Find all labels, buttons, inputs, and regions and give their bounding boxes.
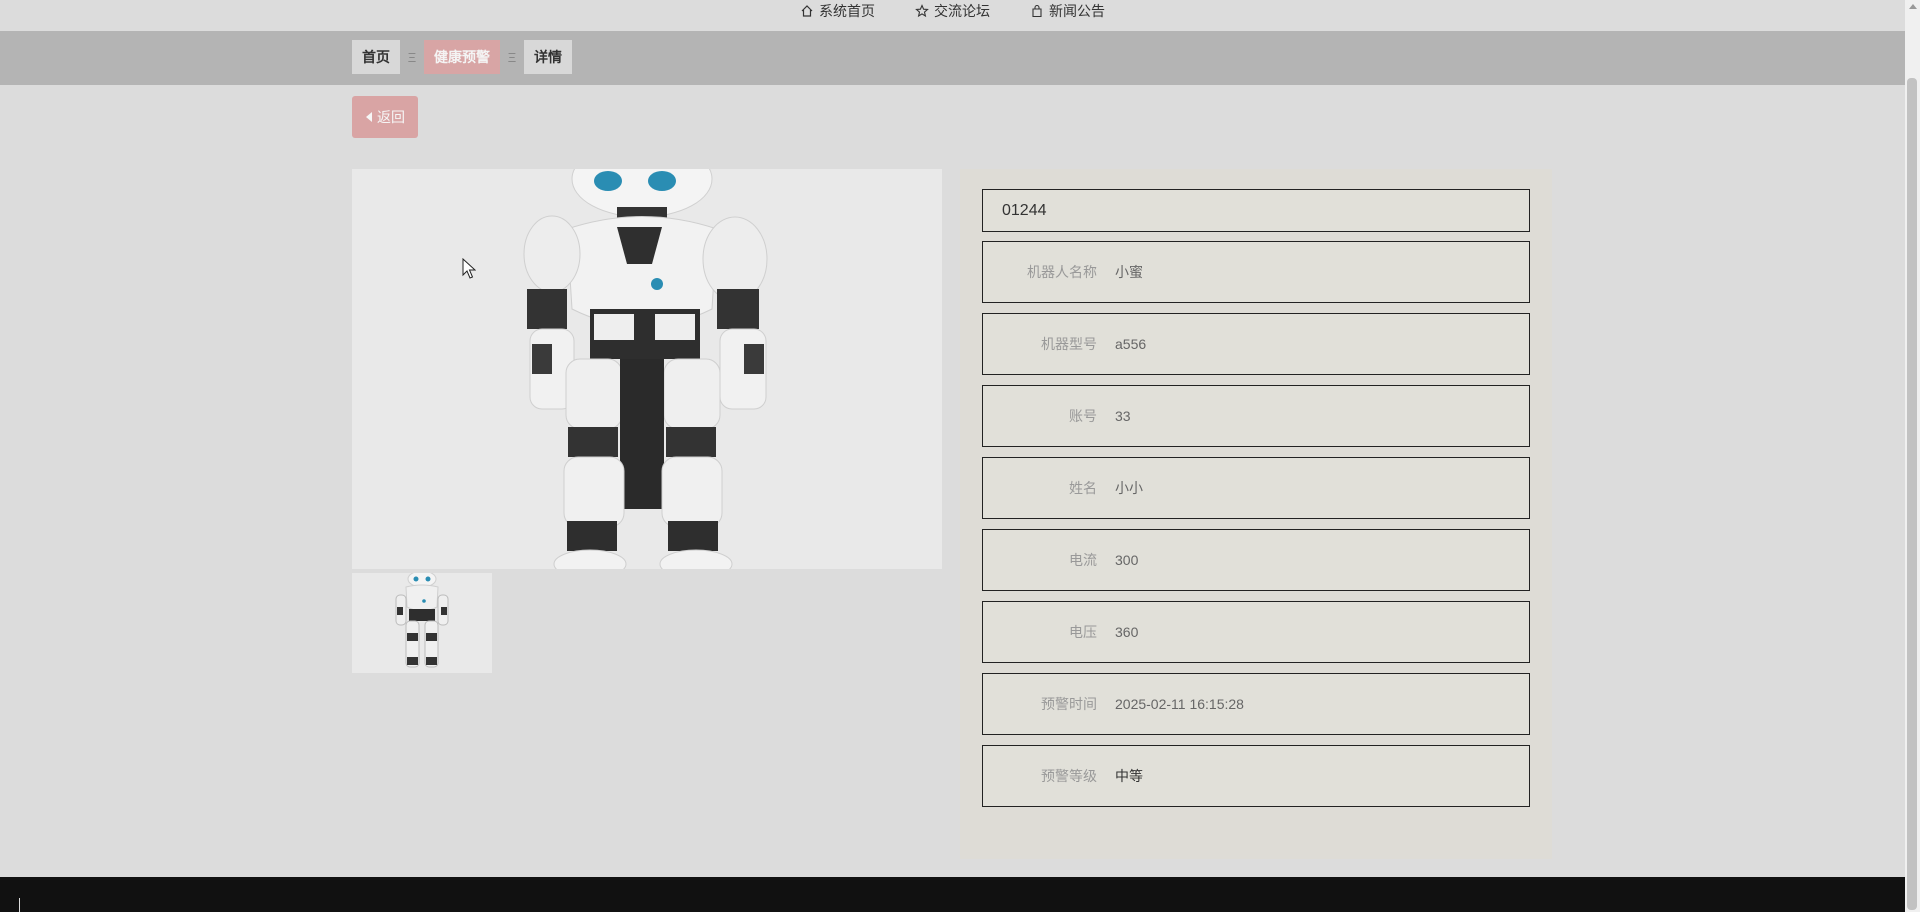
field-warning-time: 预警时间 2025-02-11 16:15:28 [982, 673, 1530, 735]
breadcrumb: 首页 Ξ 健康预警 Ξ 详情 [352, 40, 572, 74]
nav-item-label: 新闻公告 [1049, 2, 1105, 19]
main-product-image [352, 169, 942, 569]
breadcrumb-home[interactable]: 首页 [352, 40, 400, 74]
field-label: 预警等级 [1041, 768, 1097, 784]
record-id: 01244 [1002, 202, 1047, 219]
field-value: 2025-02-11 16:15:28 [1115, 696, 1244, 712]
breadcrumb-bar: 首页 Ξ 健康预警 Ξ 详情 [0, 31, 1905, 85]
home-icon [801, 4, 813, 17]
field-warning-level: 预警等级 中等 [982, 745, 1530, 807]
field-value: 小蜜 [1115, 264, 1143, 280]
image-thumbnail[interactable] [352, 573, 492, 673]
robot-thumbnail-image [352, 573, 492, 673]
field-label: 电流 [1069, 552, 1097, 568]
field-robot-model: 机器型号 a556 [982, 313, 1530, 375]
field-account: 账号 33 [982, 385, 1530, 447]
nav-item-home[interactable]: 系统首页 [800, 1, 875, 21]
breadcrumb-separator: Ξ [507, 49, 517, 65]
nav-item-label: 交流论坛 [934, 2, 990, 19]
field-label: 姓名 [1069, 480, 1097, 496]
breadcrumb-detail[interactable]: 详情 [524, 40, 572, 74]
field-value: 中等 [1115, 768, 1143, 784]
field-value: a556 [1115, 336, 1147, 352]
detail-info-panel: 01244 机器人名称 小蜜 机器型号 a556 账号 33 姓名 小小 电流 … [960, 169, 1552, 859]
field-current: 电流 300 [982, 529, 1530, 591]
field-label: 机器人名称 [1027, 264, 1097, 280]
field-label: 预警时间 [1041, 696, 1097, 712]
nav-item-forum[interactable]: 交流论坛 [915, 1, 990, 21]
field-value: 360 [1115, 624, 1139, 640]
field-value: 33 [1115, 408, 1131, 424]
scrollbar-thumb[interactable] [1907, 78, 1917, 910]
back-button[interactable]: 返回 [352, 96, 418, 138]
record-id-field: 01244 [982, 189, 1530, 232]
field-name: 姓名 小小 [982, 457, 1530, 519]
breadcrumb-separator: Ξ [407, 49, 417, 65]
text-caret [19, 898, 20, 912]
top-nav: 系统首页 交流论坛 新闻公告 [0, 0, 1905, 31]
nav-item-news[interactable]: 新闻公告 [1030, 1, 1105, 21]
caret-left-icon [366, 112, 372, 122]
mouse-cursor-icon [462, 258, 476, 279]
field-value: 小小 [1115, 480, 1143, 496]
field-voltage: 电压 360 [982, 601, 1530, 663]
breadcrumb-health-warning[interactable]: 健康预警 [424, 40, 500, 74]
star-icon [915, 3, 929, 17]
back-button-label: 返回 [377, 109, 405, 125]
nav-item-label: 系统首页 [819, 2, 875, 19]
scroll-up-icon[interactable] [1909, 4, 1917, 9]
field-label: 账号 [1069, 408, 1097, 424]
field-robot-name: 机器人名称 小蜜 [982, 241, 1530, 303]
robot-image [352, 169, 942, 569]
footer [0, 877, 1905, 912]
field-value: 300 [1115, 552, 1139, 568]
field-label: 电压 [1069, 624, 1097, 640]
bag-icon [1032, 4, 1042, 17]
field-label: 机器型号 [1041, 336, 1097, 352]
